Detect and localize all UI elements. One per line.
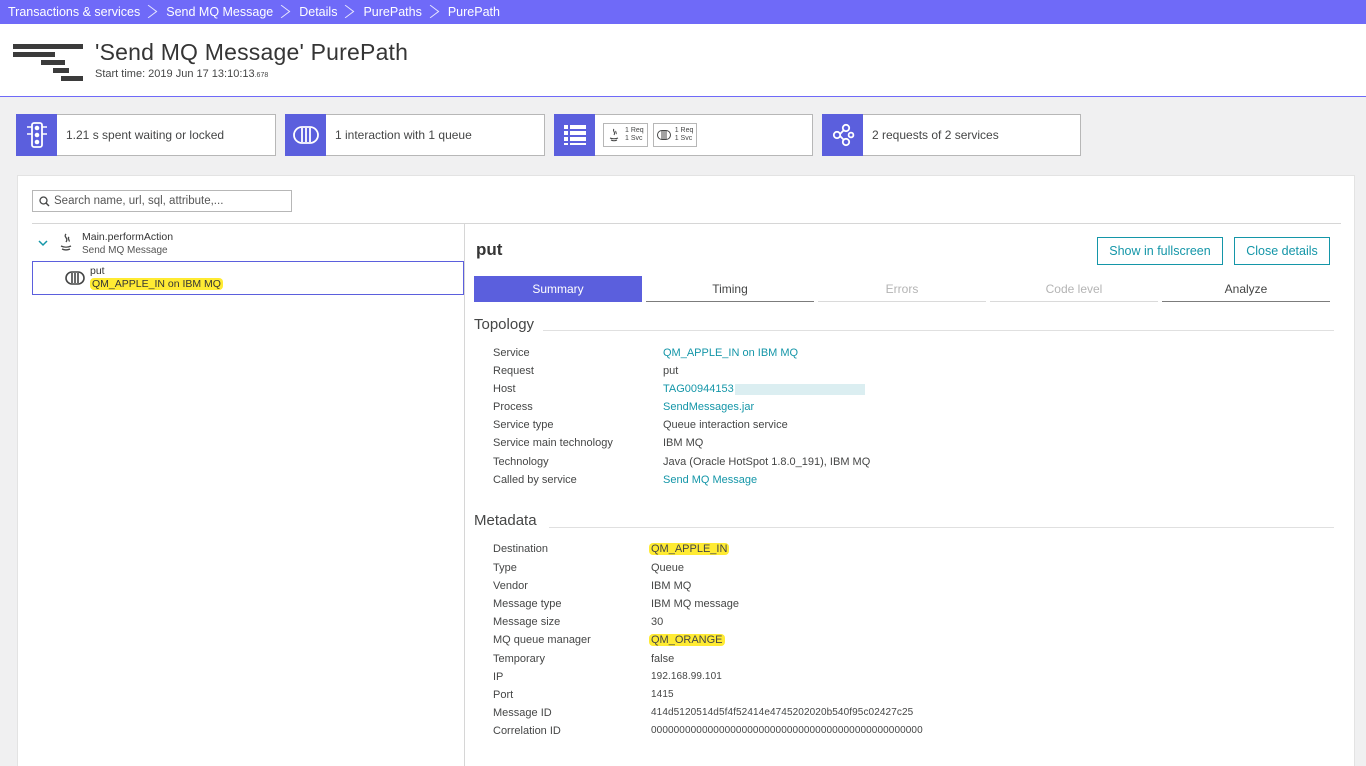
breadcrumb-purepath[interactable]: PurePath bbox=[440, 0, 518, 24]
topology-value: put bbox=[663, 365, 679, 377]
card-waiting[interactable]: 1.21 s spent waiting or locked bbox=[16, 113, 276, 156]
metadata-value: false bbox=[651, 653, 675, 665]
search-icon bbox=[39, 195, 50, 206]
metadata-value: 414d5120514d5f4f52414e4745202020b540f95c… bbox=[651, 707, 914, 718]
topology-host: TAG00944153 bbox=[663, 383, 865, 395]
metadata-key: Type bbox=[493, 562, 517, 574]
metadata-key: Message type bbox=[493, 598, 562, 610]
topology-value: Queue interaction service bbox=[663, 419, 788, 431]
metadata-value: IBM MQ message bbox=[651, 598, 740, 610]
details-tabs: Summary Timing Errors Code level Analyze bbox=[474, 276, 1334, 302]
mini2-req: 1 Req bbox=[674, 127, 694, 134]
tab-analyze[interactable]: Analyze bbox=[1162, 276, 1330, 302]
breadcrumb: Transactions & services Send MQ Message … bbox=[0, 0, 1366, 24]
tree-node-name: put bbox=[90, 265, 105, 277]
topology-key: Service bbox=[493, 347, 530, 359]
queue-small-icon bbox=[656, 128, 671, 142]
services-icon bbox=[822, 113, 863, 156]
mini1-svc: 1 Svc bbox=[625, 135, 643, 142]
topology-key: Technology bbox=[493, 456, 549, 468]
topology-service-link[interactable]: QM_APPLE_IN on IBM MQ bbox=[663, 347, 798, 359]
topology-key: Called by service bbox=[493, 474, 577, 486]
list-icon bbox=[554, 113, 595, 156]
metadata-key: Port bbox=[493, 689, 514, 701]
metadata-key: Message ID bbox=[493, 707, 552, 719]
tab-errors: Errors bbox=[818, 276, 986, 302]
breadcrumb-details[interactable]: Details bbox=[291, 0, 355, 24]
metadata-key: Message size bbox=[493, 616, 561, 628]
queue-manager-value: QM_ORANGE bbox=[649, 634, 725, 646]
java-icon bbox=[60, 233, 72, 251]
tree-root-name: Main.performAction bbox=[82, 231, 174, 243]
java-icon bbox=[607, 128, 621, 142]
metadata-value: 1415 bbox=[651, 689, 674, 700]
metadata-value: 30 bbox=[651, 616, 664, 628]
mini-java-service: 1 Req 1 Svc bbox=[603, 123, 648, 147]
tree-node-put[interactable]: put QM_APPLE_IN on IBM MQ bbox=[32, 261, 464, 295]
topology-title: Topology bbox=[474, 316, 535, 333]
metadata-value: 192.168.99.101 bbox=[651, 671, 722, 682]
metadata-value: Queue bbox=[651, 562, 685, 574]
topology-value: Java (Oracle HotSpot 1.8.0_191), IBM MQ bbox=[663, 456, 871, 468]
divider bbox=[32, 223, 1341, 224]
destination-value: QM_APPLE_IN bbox=[649, 543, 730, 555]
metadata-key: Destination bbox=[493, 543, 549, 555]
topology-value: IBM MQ bbox=[663, 437, 704, 449]
mini1-req: 1 Req bbox=[625, 127, 644, 134]
tab-code-level: Code level bbox=[990, 276, 1158, 302]
page-header: 'Send MQ Message' PurePath Start time: 2… bbox=[0, 24, 1366, 97]
card-services[interactable]: 2 requests of 2 services bbox=[822, 113, 1081, 156]
close-details-button[interactable]: Close details bbox=[1234, 237, 1330, 265]
card-services-text: 2 requests of 2 services bbox=[872, 128, 999, 142]
queue-icon bbox=[65, 270, 85, 286]
topology-key: Process bbox=[493, 401, 533, 413]
redacted-area bbox=[734, 383, 865, 395]
metadata-key: MQ queue manager bbox=[493, 634, 591, 646]
card-queue-text: 1 interaction with 1 queue bbox=[335, 128, 472, 142]
host-link[interactable]: TAG00944153 bbox=[663, 383, 734, 395]
topology-key: Service main technology bbox=[493, 437, 613, 449]
metadata-value: 0000000000000000000000000000000000000000… bbox=[651, 725, 923, 736]
panel-divider bbox=[464, 224, 465, 766]
metadata-key: Correlation ID bbox=[493, 725, 561, 737]
metadata-key: Vendor bbox=[493, 580, 528, 592]
process-link[interactable]: SendMessages.jar bbox=[663, 401, 754, 413]
page-title: 'Send MQ Message' PurePath bbox=[95, 39, 409, 65]
search-box[interactable] bbox=[32, 190, 292, 212]
traffic-light-icon bbox=[16, 113, 57, 156]
chevron-down-icon[interactable] bbox=[38, 238, 48, 248]
tree-root-sub: Send MQ Message bbox=[82, 245, 168, 256]
tab-timing[interactable]: Timing bbox=[646, 276, 814, 302]
breadcrumb-transactions[interactable]: Transactions & services bbox=[0, 0, 158, 24]
purepath-panel: Main.performAction Send MQ Message put Q… bbox=[17, 175, 1355, 766]
topology-key: Request bbox=[493, 365, 534, 377]
metadata-title: Metadata bbox=[474, 512, 537, 529]
metadata-divider bbox=[549, 527, 1334, 528]
start-time: Start time: 2019 Jun 17 13:10:13.678 bbox=[95, 68, 269, 80]
breadcrumb-send-mq-message[interactable]: Send MQ Message bbox=[158, 0, 291, 24]
metadata-value: QM_APPLE_IN bbox=[649, 543, 730, 555]
tab-summary[interactable]: Summary bbox=[474, 276, 642, 302]
tree-node-sub: QM_APPLE_IN on IBM MQ bbox=[90, 278, 223, 290]
tree-root-node[interactable]: Main.performAction Send MQ Message bbox=[38, 231, 173, 257]
search-input[interactable] bbox=[54, 195, 284, 207]
card-queue[interactable]: 1 interaction with 1 queue bbox=[285, 113, 545, 156]
called-by-link[interactable]: Send MQ Message bbox=[663, 474, 757, 486]
card-waiting-text: 1.21 s spent waiting or locked bbox=[66, 128, 225, 142]
show-fullscreen-button[interactable]: Show in fullscreen bbox=[1097, 237, 1223, 265]
details-title: put bbox=[476, 240, 503, 259]
metadata-value: IBM MQ bbox=[651, 580, 692, 592]
queue-icon bbox=[285, 113, 326, 156]
metadata-value: QM_ORANGE bbox=[649, 634, 725, 646]
card-call-sequence[interactable]: 1 Req 1 Svc 1 Req 1 Svc bbox=[554, 113, 813, 156]
topology-divider bbox=[543, 330, 1334, 331]
mini-queue-service: 1 Req 1 Svc bbox=[652, 123, 698, 147]
purepath-icon bbox=[13, 44, 85, 84]
metadata-key: Temporary bbox=[493, 653, 545, 665]
topology-key: Host bbox=[493, 383, 516, 395]
metadata-key: IP bbox=[493, 671, 504, 683]
breadcrumb-purepaths[interactable]: PurePaths bbox=[355, 0, 439, 24]
mini2-svc: 1 Svc bbox=[674, 135, 693, 142]
topology-key: Service type bbox=[493, 419, 554, 431]
